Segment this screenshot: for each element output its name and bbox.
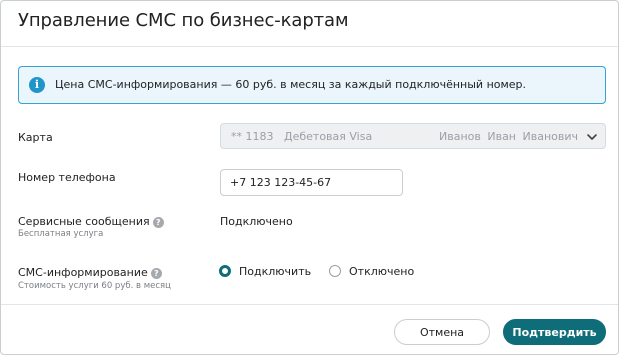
help-icon[interactable]: ? — [150, 268, 162, 279]
service-label-text: Сервисные сообщения — [18, 215, 150, 228]
chevron-down-icon — [587, 134, 597, 140]
card-type: Дебетовая Visa — [284, 130, 373, 143]
service-status: Подключено — [220, 215, 293, 228]
info-text: Цена СМС-информирования — 60 руб. в меся… — [55, 78, 527, 91]
service-label: Сервисные сообщения? — [18, 215, 164, 228]
service-sublabel: Бесплатная услуга — [18, 229, 104, 239]
dialog-title: Управление СМС по бизнес-картам — [18, 10, 349, 31]
radio-disabled-label: Отключено — [349, 265, 415, 278]
card-label: Карта — [18, 131, 53, 144]
radio-connect[interactable]: Подключить — [219, 265, 319, 279]
radio-disabled[interactable]: Отключено — [329, 265, 429, 279]
phone-input[interactable] — [220, 169, 403, 196]
sms-sublabel: Стоимость услуги 60 руб. в месяц — [18, 281, 171, 291]
help-icon[interactable]: ? — [152, 217, 164, 228]
dialog-footer: Отмена Подтвердить — [1, 304, 618, 354]
confirm-button[interactable]: Подтвердить — [503, 319, 606, 345]
sms-management-dialog: Управление СМС по бизнес-картам i Цена С… — [0, 0, 619, 355]
card-select[interactable]: ** 1183 Дебетовая Visa Иванов Иван Ивано… — [220, 123, 606, 149]
radio-connect-label: Подключить — [239, 265, 312, 278]
dialog-header: Управление СМС по бизнес-картам — [1, 1, 618, 47]
card-owner: Иванов Иван Иванович — [439, 130, 578, 143]
phone-label: Номер телефона — [18, 171, 116, 184]
cancel-button[interactable]: Отмена — [394, 319, 490, 345]
sms-label: СМС-информирование? — [18, 266, 162, 279]
info-icon: i — [29, 77, 45, 93]
card-number: ** 1183 — [231, 130, 274, 143]
info-banner: i Цена СМС-информирования — 60 руб. в ме… — [18, 66, 606, 104]
radio-checked-icon — [219, 265, 231, 277]
sms-label-text: СМС-информирование — [18, 266, 148, 279]
radio-unchecked-icon — [329, 265, 341, 277]
